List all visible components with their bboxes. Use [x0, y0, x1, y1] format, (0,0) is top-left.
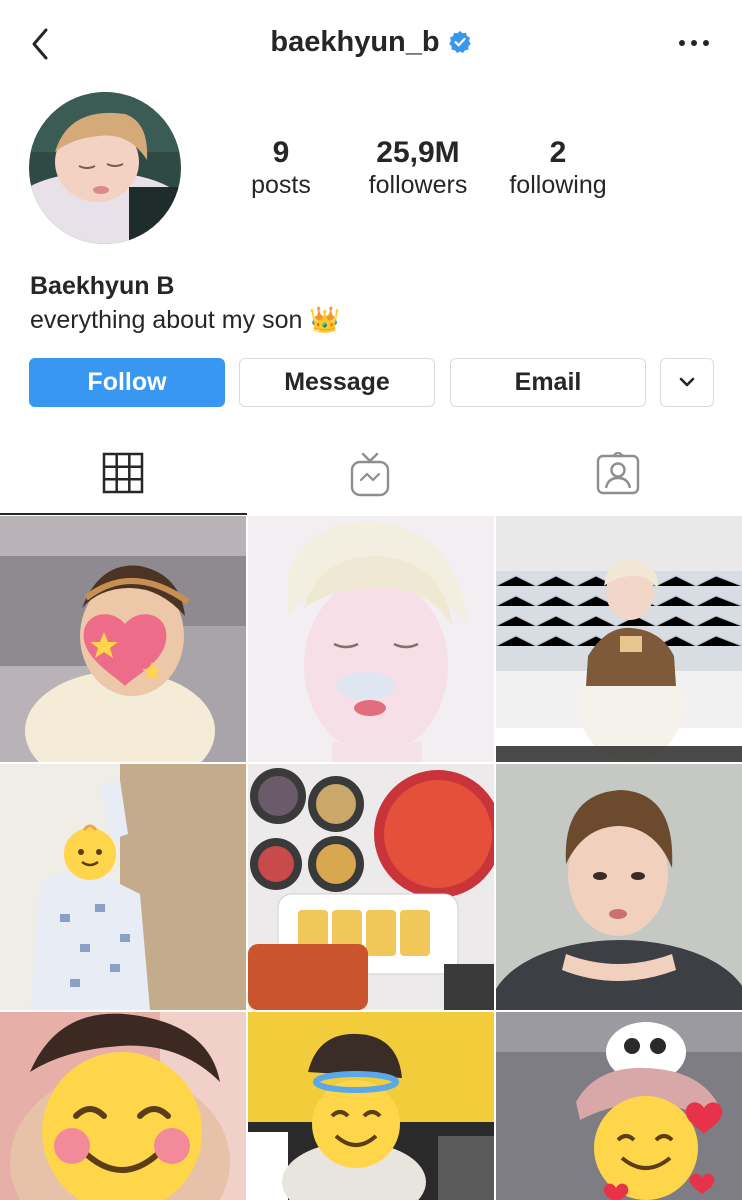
posts-label: posts	[251, 171, 311, 199]
top-bar: baekhyun_b	[0, 0, 742, 90]
posts-count: 9	[272, 136, 290, 169]
tab-grid[interactable]	[0, 438, 247, 515]
message-button[interactable]: Message	[239, 358, 435, 407]
profile-bio: everything about my son 👑	[30, 306, 341, 334]
tab-tagged[interactable]	[494, 438, 741, 514]
post-thumbnail[interactable]	[0, 1012, 246, 1200]
post-thumbnail[interactable]	[496, 1012, 742, 1200]
post-thumbnail[interactable]	[0, 764, 246, 1010]
chevron-down-icon	[679, 377, 695, 387]
profile-stats: 9 posts 25,9M followers 2 following	[240, 136, 620, 206]
posts-grid	[0, 516, 742, 1200]
tagged-icon	[596, 452, 640, 495]
post-thumbnail[interactable]	[496, 516, 742, 762]
post-thumbnail[interactable]	[248, 516, 494, 762]
email-button[interactable]: Email	[450, 358, 646, 407]
avatar-image	[29, 92, 181, 244]
post-thumbnail[interactable]	[248, 1012, 494, 1200]
suggested-dropdown-button[interactable]	[660, 358, 714, 407]
profile-tabs	[0, 438, 742, 516]
more-dots-icon	[679, 40, 709, 46]
posts-stat[interactable]: 9 posts	[240, 136, 322, 200]
following-label: following	[509, 171, 607, 199]
profile-avatar[interactable]	[29, 92, 181, 244]
post-thumbnail[interactable]	[248, 764, 494, 1010]
profile-name: Baekhyun B	[30, 272, 175, 300]
followers-count: 25,9M	[376, 136, 460, 169]
following-count: 2	[549, 136, 567, 169]
post-thumbnail[interactable]	[496, 764, 742, 1010]
verified-badge-icon	[448, 31, 471, 53]
igtv-icon	[350, 452, 390, 497]
followers-label: followers	[368, 171, 468, 199]
profile-header: baekhyun_b	[0, 26, 742, 59]
username-title: baekhyun_b	[270, 26, 440, 58]
post-thumbnail[interactable]	[0, 516, 246, 762]
following-stat[interactable]: 2 following	[498, 136, 618, 200]
more-options-button[interactable]	[676, 30, 712, 56]
followers-stat[interactable]: 25,9M followers	[362, 136, 474, 200]
tab-igtv[interactable]	[247, 438, 494, 514]
grid-icon	[102, 452, 144, 494]
follow-button[interactable]: Follow	[29, 358, 225, 407]
